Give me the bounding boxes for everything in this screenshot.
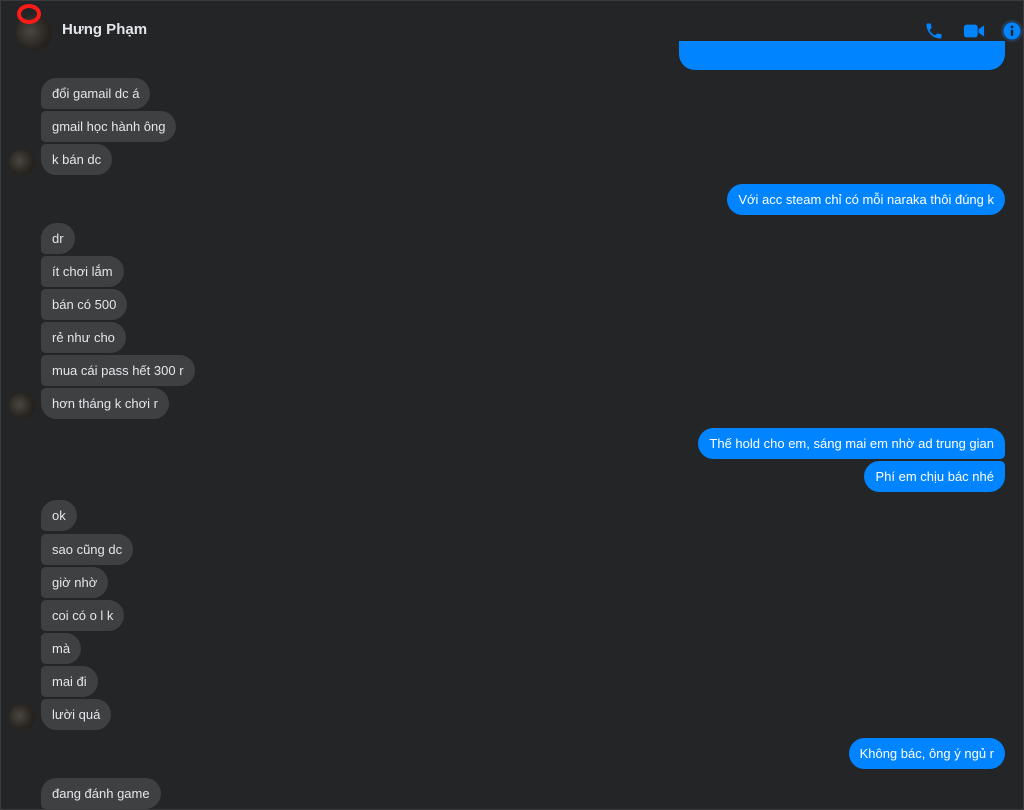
- message-bubble-incoming[interactable]: ok: [41, 500, 77, 531]
- message-bubble-incoming[interactable]: mai đi: [41, 666, 98, 697]
- message-bubble-incoming[interactable]: mà: [41, 633, 82, 664]
- message-bubble-outgoing-partial[interactable]: [679, 41, 1005, 70]
- message-bubble-incoming[interactable]: lười quá: [41, 699, 112, 730]
- message-bubble-incoming[interactable]: bán có 500: [41, 289, 128, 320]
- message-bubble-incoming[interactable]: giờ nhờ: [41, 567, 109, 598]
- message-bubble-incoming[interactable]: k bán dc: [41, 144, 113, 175]
- message-bubble-outgoing[interactable]: Thế hold cho em, sáng mai em nhờ ad trun…: [698, 428, 1005, 459]
- message-bubble-incoming[interactable]: đang đánh game: [41, 778, 161, 809]
- message-bubble-incoming[interactable]: sao cũng dc: [41, 534, 134, 565]
- message-bubble-incoming[interactable]: rẻ như cho: [41, 322, 126, 353]
- message-bubble-incoming[interactable]: coi có o l k: [41, 600, 125, 631]
- message-bubble-outgoing[interactable]: Với acc steam chỉ có mỗi naraka thôi đún…: [727, 184, 1005, 215]
- message-bubble-outgoing[interactable]: Phí em chịu bác nhé: [864, 461, 1005, 492]
- message-bubble-incoming[interactable]: dr: [41, 223, 75, 254]
- video-camera-icon[interactable]: [962, 19, 986, 43]
- info-icon[interactable]: [1000, 19, 1023, 43]
- message-bubble-incoming[interactable]: hơn tháng k chơi r: [41, 388, 169, 419]
- message-bubble-incoming[interactable]: ít chơi lắm: [41, 256, 124, 287]
- message-bubble-outgoing[interactable]: Không bác, ông ý ngủ r: [848, 738, 1005, 769]
- message-bubble-incoming[interactable]: đổi gamail dc á: [41, 78, 151, 109]
- contact-name[interactable]: Hưng Phạm: [62, 21, 147, 38]
- chat-window: Hưng Phạm đổi gamail dc á gmail học hành…: [0, 0, 1024, 810]
- sender-avatar: [9, 149, 35, 175]
- message-bubble-incoming[interactable]: gmail học hành ông: [41, 111, 177, 142]
- message-bubble-incoming[interactable]: mua cái pass hết 300 r: [41, 355, 195, 386]
- phone-icon[interactable]: [922, 19, 946, 43]
- sender-avatar: [9, 393, 35, 419]
- online-indicator-icon: [17, 4, 41, 24]
- sender-avatar: [9, 704, 35, 730]
